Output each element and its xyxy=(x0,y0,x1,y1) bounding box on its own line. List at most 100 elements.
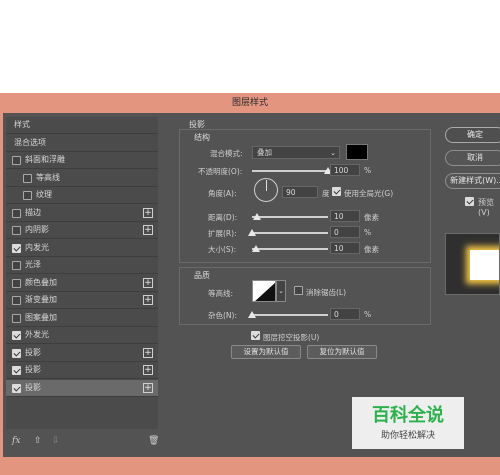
size-input[interactable]: 10 xyxy=(330,242,360,254)
size-slider-thumb[interactable] xyxy=(251,245,260,252)
style-label: 光泽 xyxy=(25,260,41,269)
fx-icon[interactable]: fx xyxy=(12,436,20,446)
opacity-label: 不透明度(O): xyxy=(198,167,243,176)
style-list-item[interactable]: 投影 + xyxy=(6,345,158,362)
style-label: 外发光 xyxy=(25,330,49,339)
chevron-down-icon: ⌄ xyxy=(330,149,336,157)
global-light-checkbox[interactable] xyxy=(332,187,341,196)
style-list-item[interactable]: 投影 + xyxy=(6,362,158,379)
reset-default-button[interactable]: 复位为默认值 xyxy=(307,345,377,359)
size-slider[interactable] xyxy=(252,248,328,250)
page-background xyxy=(0,0,500,93)
global-light-label: 使用全局光(G) xyxy=(344,189,394,198)
antialias-label: 消除锯齿(L) xyxy=(306,288,347,297)
chevron-down-icon: ⌄ xyxy=(278,287,284,295)
noise-input[interactable]: 0 xyxy=(330,308,360,320)
size-label: 大小(S): xyxy=(208,245,237,254)
style-list-item[interactable]: 图案叠加 xyxy=(6,310,158,327)
contour-picker[interactable] xyxy=(252,280,276,302)
distance-slider[interactable] xyxy=(252,216,328,218)
style-list-item[interactable]: 光泽 xyxy=(6,257,158,274)
style-list-item[interactable]: 等高线 xyxy=(6,170,158,187)
add-effect-icon[interactable]: + xyxy=(143,382,153,393)
style-label: 图案叠加 xyxy=(25,312,57,322)
style-label: 斜面和浮雕 xyxy=(25,155,65,164)
style-label: 纹理 xyxy=(36,190,52,199)
add-effect-icon[interactable]: + xyxy=(143,347,153,358)
style-checkbox[interactable] xyxy=(12,383,21,393)
blend-mode-select[interactable]: 叠加 ⌄ xyxy=(252,146,340,159)
angle-dial[interactable] xyxy=(254,178,278,202)
style-label: 内阴影 xyxy=(25,225,49,234)
quality-group: 品质 等高线: ⌄ 消除锯齿(L) 杂色(N): 0 % xyxy=(179,267,431,325)
opacity-unit: % xyxy=(364,166,372,175)
quality-title: 品质 xyxy=(194,271,210,280)
cancel-button[interactable]: 取消 xyxy=(445,150,500,166)
distance-slider-thumb[interactable] xyxy=(253,213,262,220)
styles-footer: fx ⇧ ⇩ 🗑 xyxy=(6,431,159,453)
style-checkbox[interactable] xyxy=(12,278,21,288)
move-up-icon[interactable]: ⇧ xyxy=(34,436,42,446)
set-default-button[interactable]: 设置为默认值 xyxy=(231,345,301,359)
style-preview xyxy=(445,233,500,295)
style-label: 描边 xyxy=(25,207,41,217)
spread-slider[interactable] xyxy=(252,232,328,234)
style-label: 投影 xyxy=(25,347,41,357)
preview-swatch xyxy=(470,250,499,280)
knockout-checkbox[interactable] xyxy=(251,331,260,340)
style-checkbox[interactable] xyxy=(23,173,32,183)
spread-slider-thumb[interactable] xyxy=(248,229,256,236)
add-effect-icon[interactable]: + xyxy=(143,295,153,305)
style-list-item[interactable]: 斜面和浮雕 xyxy=(6,152,158,169)
style-list-item[interactable]: 纹理 xyxy=(6,187,158,204)
style-checkbox[interactable] xyxy=(12,156,21,165)
trash-icon[interactable]: 🗑 xyxy=(148,436,159,446)
spread-input[interactable]: 0 xyxy=(330,226,360,238)
distance-input[interactable]: 10 xyxy=(330,210,360,222)
style-checkbox[interactable] xyxy=(12,366,21,375)
watermark-subtitle: 助你轻松解决 xyxy=(380,431,435,441)
new-style-button[interactable]: 新建样式(W)... xyxy=(445,173,500,189)
knockout-label: 图层挖空投影(U) xyxy=(263,333,320,342)
style-checkbox[interactable] xyxy=(12,226,21,235)
style-checkbox[interactable] xyxy=(12,208,21,218)
contour-dropdown[interactable]: ⌄ xyxy=(276,280,286,302)
spread-unit: % xyxy=(364,228,372,237)
style-checkbox[interactable] xyxy=(12,261,21,270)
style-list-item[interactable]: 描边 + xyxy=(6,205,158,222)
preview-checkbox[interactable] xyxy=(465,197,474,206)
structure-group: 结构 混合模式: 叠加 ⌄ 不透明度(O): 100 % 角度(A): 90 度 xyxy=(179,129,431,263)
style-list-item[interactable]: 外发光 xyxy=(6,327,158,344)
spread-label: 扩展(R): xyxy=(208,229,237,238)
shadow-color-swatch[interactable] xyxy=(346,144,368,160)
style-list-item[interactable]: 样式 xyxy=(6,117,158,134)
move-down-icon[interactable]: ⇩ xyxy=(52,436,60,446)
style-checkbox[interactable] xyxy=(12,348,21,358)
style-label: 渐变叠加 xyxy=(25,295,57,304)
style-list-item[interactable]: 内发光 xyxy=(6,240,158,257)
style-list-item[interactable]: 内阴影 + xyxy=(6,222,158,239)
dialog-title: 图层样式 xyxy=(231,98,268,108)
add-effect-icon[interactable]: + xyxy=(143,277,153,288)
style-list-item[interactable]: 渐变叠加 + xyxy=(6,292,158,309)
noise-slider[interactable] xyxy=(252,314,328,316)
noise-slider-thumb[interactable] xyxy=(248,311,256,318)
add-effect-icon[interactable]: + xyxy=(143,207,153,218)
style-checkbox[interactable] xyxy=(12,243,21,253)
add-effect-icon[interactable]: + xyxy=(143,365,153,375)
opacity-input[interactable]: 100 xyxy=(330,164,360,176)
style-checkbox[interactable] xyxy=(12,296,21,305)
style-list-item[interactable]: 投影 + xyxy=(6,379,158,397)
style-list-item[interactable]: 混合选项 xyxy=(6,135,158,152)
style-checkbox[interactable] xyxy=(23,191,32,200)
drop-shadow-settings: 投影 结构 混合模式: 叠加 ⌄ 不透明度(O): 100 % 角度(A): 9… xyxy=(175,117,431,437)
blend-mode-value: 叠加 xyxy=(257,148,272,157)
style-checkbox[interactable] xyxy=(12,331,21,340)
add-effect-icon[interactable]: + xyxy=(143,225,153,235)
style-list-item[interactable]: 颜色叠加 + xyxy=(6,275,158,292)
opacity-slider[interactable] xyxy=(252,170,328,172)
ok-button[interactable]: 确定 xyxy=(445,127,500,143)
angle-input[interactable]: 90 xyxy=(282,186,318,198)
antialias-checkbox[interactable] xyxy=(294,286,303,295)
style-checkbox[interactable] xyxy=(12,313,21,323)
